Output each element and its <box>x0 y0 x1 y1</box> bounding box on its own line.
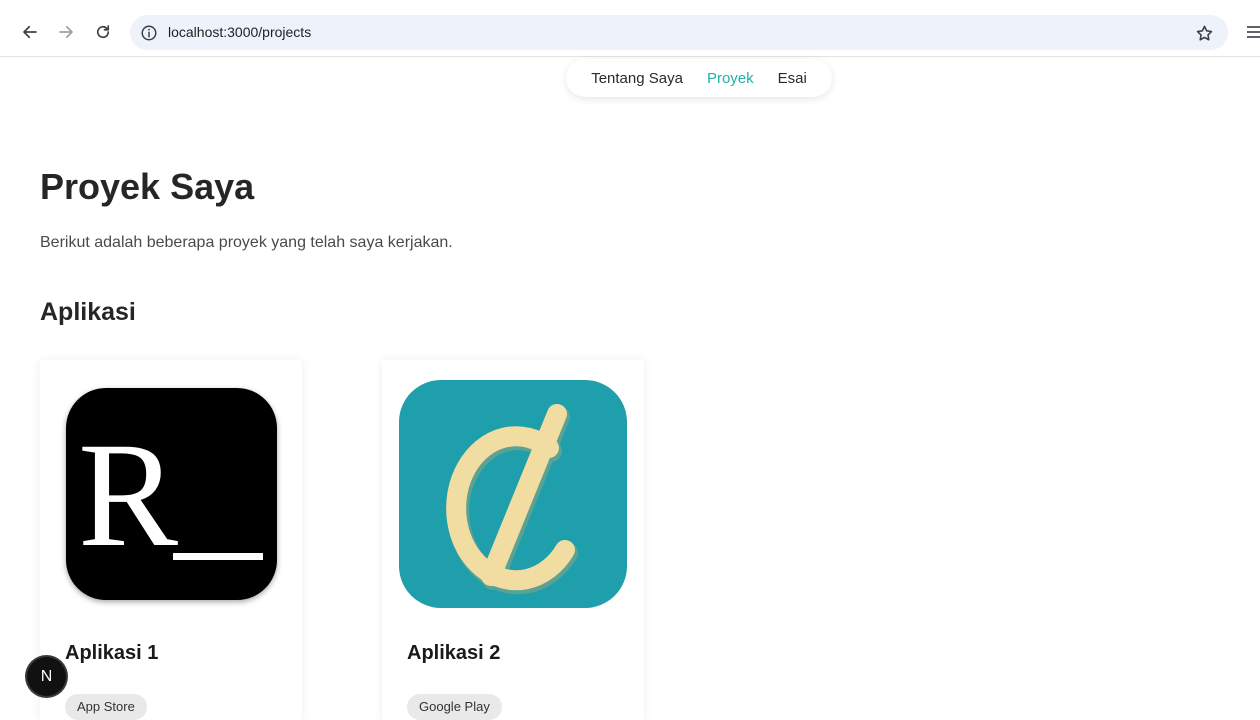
cent-app-icon <box>399 380 627 608</box>
section-title: Aplikasi <box>40 298 136 326</box>
arrow-left-icon <box>23 25 37 39</box>
cent-symbol-icon <box>446 404 578 595</box>
nav-link-about[interactable]: Tentang Saya <box>591 70 683 87</box>
back-button[interactable] <box>16 18 44 46</box>
info-icon[interactable] <box>139 23 158 42</box>
terminal-app-icon: R <box>66 388 277 600</box>
arrow-right-icon <box>59 25 73 39</box>
nextjs-dev-badge[interactable]: N <box>27 657 66 696</box>
nav-link-projects[interactable]: Proyek <box>707 70 754 87</box>
page-title: Proyek Saya <box>40 166 255 207</box>
forward-button[interactable] <box>52 18 80 46</box>
cursor-underscore <box>173 553 263 560</box>
address-bar[interactable]: localhost:3000/projects <box>130 15 1228 50</box>
browser-menu-icon[interactable] <box>1243 24 1260 40</box>
browser-toolbar: localhost:3000/projects <box>0 0 1260 57</box>
store-badge[interactable]: App Store <box>65 694 147 720</box>
page-description: Berikut adalah beberapa proyek yang tela… <box>40 234 453 251</box>
reload-button[interactable] <box>89 18 117 46</box>
project-card-2[interactable]: Aplikasi 2 Google Play <box>382 360 644 720</box>
project-title: Aplikasi 2 <box>407 642 501 664</box>
app-icon-letter: R <box>78 412 179 578</box>
project-title: Aplikasi 1 <box>65 642 159 664</box>
bookmark-star-icon[interactable] <box>1194 23 1214 43</box>
site-nav: Tentang Saya Proyek Esai <box>566 59 832 97</box>
url-text[interactable]: localhost:3000/projects <box>168 24 311 40</box>
reload-icon <box>96 25 110 39</box>
store-badge[interactable]: Google Play <box>407 694 502 720</box>
nextjs-logo-icon: N <box>40 667 53 685</box>
project-card-1[interactable]: R Aplikasi 1 App Store <box>40 360 302 720</box>
nav-link-essays[interactable]: Esai <box>778 70 807 87</box>
